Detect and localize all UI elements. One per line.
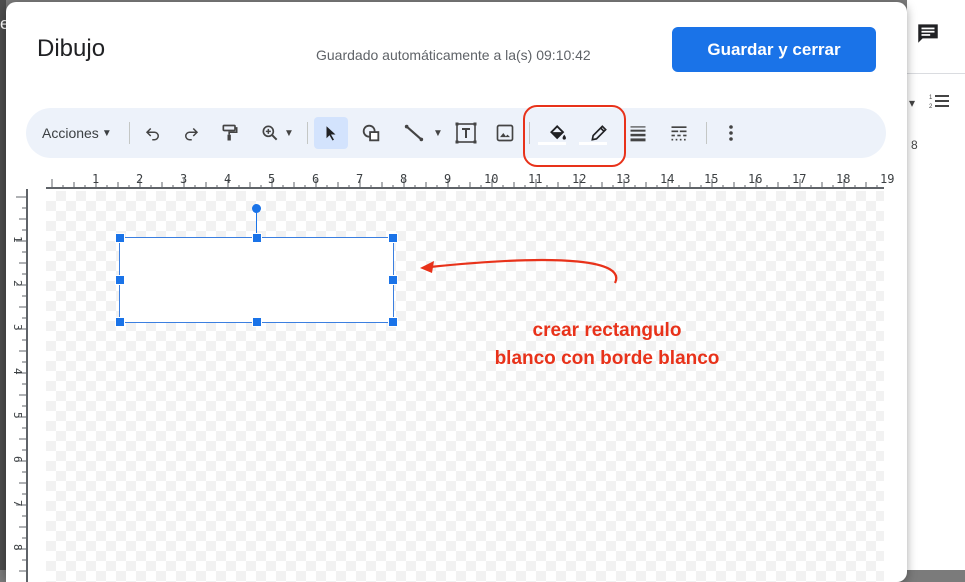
ruler-number: 4	[224, 172, 232, 186]
svg-text:1: 1	[929, 95, 933, 101]
ruler-number: 8	[11, 544, 24, 551]
dialog-title: Dibujo	[37, 35, 106, 62]
annotation-line-1: crear rectangulo	[532, 320, 682, 341]
ruler-number: 11	[528, 172, 543, 186]
caret-down-icon: ▼	[101, 127, 112, 139]
redo-button[interactable]	[178, 108, 204, 158]
horizontal-ruler-edge	[46, 187, 884, 189]
text-box-tool[interactable]	[453, 108, 479, 158]
undo-button[interactable]	[140, 108, 166, 158]
toolbar-divider	[706, 122, 707, 144]
drawing-canvas[interactable]	[46, 191, 884, 582]
background-document-right: ▾ 12 8	[907, 0, 965, 570]
annotation-highlight-oval	[523, 105, 626, 167]
undo-icon	[144, 124, 162, 142]
background-ruler-number: 8	[911, 138, 918, 152]
redo-icon	[182, 124, 200, 142]
ruler-number: 7	[11, 500, 24, 507]
actions-menu-label: Acciones	[42, 125, 99, 141]
select-tool[interactable]	[318, 108, 344, 158]
more-options-button[interactable]	[718, 108, 744, 158]
drawing-toolbar: Acciones ▼ ▼ ▼	[26, 108, 886, 158]
annotation-arrow	[420, 258, 618, 284]
horizontal-ruler: 1 2 3 4 5 6 7 8 9 10 11 12 13 14 15 16 17 18 19	[46, 169, 894, 189]
more-icon	[728, 124, 734, 142]
dropdown-arrow-icon[interactable]: ▾	[909, 96, 915, 110]
vertical-ruler: 1 2 3 4 5 6 7 8	[6, 189, 28, 582]
ruler-number: 8	[400, 172, 408, 186]
ruler-number: 14	[660, 172, 675, 186]
border-dash-icon	[668, 123, 690, 143]
toolbar-divider	[307, 122, 308, 144]
ruler-number: 9	[444, 172, 452, 186]
ruler-number: 1	[11, 236, 24, 243]
caret-down-icon: ▼	[433, 127, 443, 139]
ruler-number: 4	[11, 368, 24, 375]
zoom-button[interactable]: ▼	[254, 108, 300, 158]
numbered-list-icon[interactable]: 12	[929, 92, 951, 115]
actions-menu[interactable]: Acciones ▼	[42, 108, 122, 158]
divider	[907, 73, 965, 74]
save-and-close-button[interactable]: Guardar y cerrar	[672, 27, 876, 72]
text-box-icon	[454, 121, 478, 145]
ruler-number: 17	[792, 172, 807, 186]
ruler-number: 7	[356, 172, 364, 186]
ruler-number: 10	[484, 172, 499, 186]
ruler-number: 6	[312, 172, 320, 186]
border-weight-button[interactable]	[625, 108, 651, 158]
ruler-number: 19	[880, 172, 895, 186]
caret-down-icon: ▼	[284, 127, 294, 139]
ruler-number: 6	[11, 456, 24, 463]
image-icon	[495, 123, 515, 143]
ruler-number: 2	[11, 280, 24, 287]
drawing-dialog: Dibujo Guardado automáticamente a la(s) …	[6, 2, 907, 582]
paint-format-button[interactable]	[217, 108, 243, 158]
border-dash-button[interactable]	[666, 108, 692, 158]
ruler-number: 5	[11, 412, 24, 419]
ruler-number: 13	[616, 172, 631, 186]
comment-icon[interactable]	[915, 20, 941, 46]
line-tool[interactable]: ▼	[398, 108, 448, 158]
paint-format-icon	[220, 123, 240, 143]
border-weight-icon	[627, 123, 649, 143]
ruler-number: 18	[836, 172, 851, 186]
ruler-number: 1	[92, 172, 100, 186]
ruler-number: 12	[572, 172, 587, 186]
ruler-number: 16	[748, 172, 763, 186]
ruler-number: 5	[268, 172, 276, 186]
ruler-number: 3	[180, 172, 188, 186]
shape-icon	[360, 122, 382, 144]
zoom-icon	[260, 123, 280, 143]
svg-text:2: 2	[929, 104, 933, 110]
shape-tool[interactable]	[358, 108, 384, 158]
image-tool[interactable]	[492, 108, 518, 158]
toolbar-divider	[129, 122, 130, 144]
ruler-number: 2	[136, 172, 144, 186]
select-icon	[322, 123, 340, 143]
ruler-number: 3	[11, 324, 24, 331]
autosave-status: Guardado automáticamente a la(s) 09:10:4…	[316, 47, 591, 63]
annotation-text: crear rectangulo blanco con borde blanco	[476, 317, 738, 373]
line-icon	[403, 122, 425, 144]
vertical-ruler-edge	[26, 189, 28, 582]
ruler-number: 15	[704, 172, 719, 186]
vertical-ruler-ticks	[16, 196, 26, 572]
annotation-line-2: blanco con borde blanco	[494, 348, 720, 369]
